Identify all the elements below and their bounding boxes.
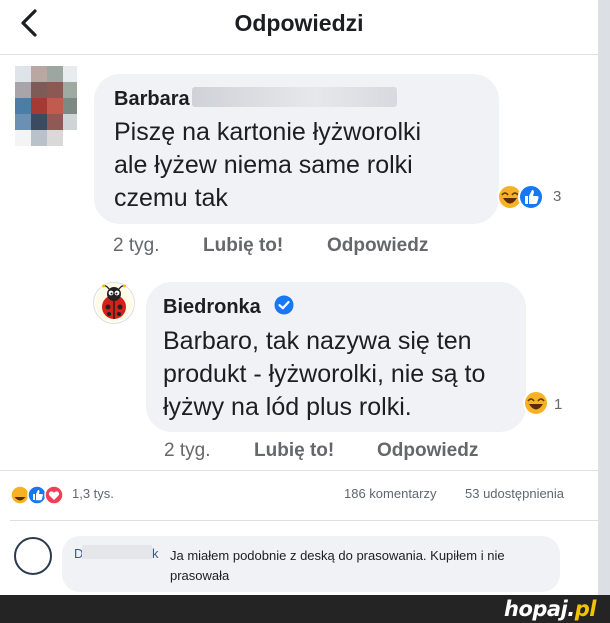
- blurred-surname: [192, 87, 397, 107]
- comment-text-line: ale łyżew niema same rolki: [114, 151, 413, 179]
- reply-author[interactable]: Biedronka: [163, 296, 261, 319]
- brand-name: hopaj: [504, 597, 568, 621]
- avatar-pixelated[interactable]: [15, 66, 77, 146]
- post-reaction-icons[interactable]: [10, 484, 68, 511]
- comments-count[interactable]: 186 komentarzy: [344, 486, 437, 501]
- reaction-count: 3: [553, 188, 562, 205]
- reply-time: 2 tyg.: [164, 440, 211, 461]
- comment-time: 2 tyg.: [113, 235, 160, 256]
- divider: [10, 520, 598, 521]
- comment-author[interactable]: Barbara: [114, 88, 190, 111]
- like-reaction-icon: [518, 184, 544, 210]
- like-link[interactable]: Lubię to!: [203, 235, 283, 257]
- reply-reaction-count: 1: [554, 396, 563, 413]
- reply-text-line: Barbaro, tak nazywa się ten: [163, 327, 472, 355]
- divider: [0, 470, 598, 471]
- header-divider: [0, 54, 598, 55]
- ladybug-avatar[interactable]: [93, 282, 135, 324]
- haha-reaction-icon: [523, 390, 549, 416]
- reply-text-line: łyżwy na lód plus rolki.: [163, 393, 412, 421]
- reply-like-link[interactable]: Lubię to!: [254, 440, 334, 462]
- comment-text: Piszę na kartonie łyżworolki ale łyżew n…: [114, 116, 474, 215]
- shares-count[interactable]: 53 udostępnienia: [465, 486, 564, 501]
- brand-dot: .: [567, 597, 575, 621]
- reply-reply-link[interactable]: Odpowiedz: [377, 440, 478, 462]
- reply-link[interactable]: Odpowiedz: [327, 235, 428, 257]
- blurred-name: [82, 545, 152, 559]
- brand-logo: hopaj.pl: [504, 597, 597, 621]
- reaction-total[interactable]: 1,3 tys.: [72, 486, 114, 501]
- page-title: Odpowiedzi: [234, 10, 364, 36]
- reply-text: Barbaro, tak nazywa się ten produkt - ły…: [163, 325, 513, 424]
- commenter-avatar[interactable]: [14, 537, 52, 575]
- reply-text-line: produkt - łyżworolki, nie są to: [163, 360, 486, 388]
- comment-text-line: Piszę na kartonie łyżworolki: [114, 118, 422, 146]
- commenter-name-last[interactable]: k: [152, 546, 159, 561]
- right-edge-bar: [598, 0, 610, 595]
- comment-text-line: czemu tak: [114, 184, 228, 212]
- comment-text: Ja miałem podobnie z deską do prasowania…: [170, 548, 505, 583]
- verified-badge-icon: [274, 295, 294, 315]
- reply-reaction-summary[interactable]: [522, 389, 552, 422]
- brand-tld: pl: [574, 597, 597, 621]
